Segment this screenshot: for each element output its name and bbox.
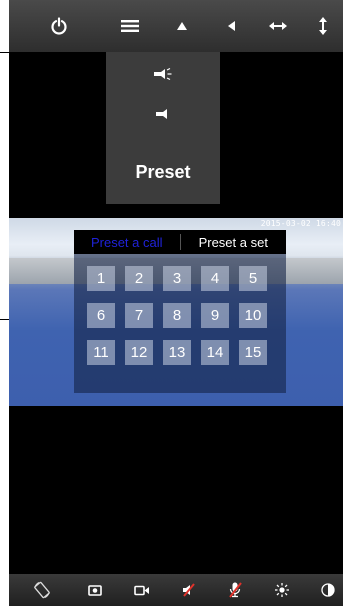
preset-number-button[interactable]: 14: [201, 340, 229, 365]
pan-left-icon: [228, 21, 235, 31]
preset-number-button[interactable]: 8: [163, 303, 191, 328]
rotate-button[interactable]: [27, 574, 57, 606]
rotate-icon: [34, 581, 50, 599]
speaker-muted-icon: [183, 583, 195, 597]
preset-number-button[interactable]: 15: [239, 340, 267, 365]
power-button[interactable]: [36, 0, 82, 52]
contrast-icon: [321, 583, 335, 597]
tab-preset-set[interactable]: Preset a set: [181, 230, 287, 254]
power-icon: [51, 17, 67, 35]
light-on-button[interactable]: [106, 54, 220, 94]
record-video-icon: [134, 585, 149, 595]
horizontal-scan-button[interactable]: [255, 0, 301, 52]
preset-number-button[interactable]: 2: [125, 266, 153, 291]
snapshot-icon: [88, 585, 102, 596]
microphone-muted-icon: [229, 582, 242, 598]
preset-number-button[interactable]: 12: [125, 340, 153, 365]
light-off-icon: [156, 109, 167, 119]
vertical-scan-button[interactable]: [300, 0, 343, 52]
preset-number-button[interactable]: 9: [201, 303, 229, 328]
preset-number-button[interactable]: 4: [201, 266, 229, 291]
video-feed[interactable]: 2015-03-02 16:40 Preset a call Preset a …: [9, 218, 343, 406]
contrast-button[interactable]: [313, 574, 343, 606]
vertical-scan-icon: [319, 17, 327, 35]
record-video-button[interactable]: [127, 574, 157, 606]
bottom-toolbar: [9, 574, 343, 606]
preset-number-button[interactable]: 7: [125, 303, 153, 328]
preset-menu-button[interactable]: [107, 0, 153, 52]
pan-left-button[interactable]: [208, 0, 254, 52]
preset-number-button[interactable]: 13: [163, 340, 191, 365]
top-toolbar: [9, 0, 343, 52]
preset-number-button[interactable]: 10: [239, 303, 267, 328]
preset-number-button[interactable]: 11: [87, 340, 115, 365]
tilt-up-icon: [177, 22, 187, 30]
brightness-button[interactable]: [267, 574, 297, 606]
preset-number-button[interactable]: 1: [87, 266, 115, 291]
tab-preset-call[interactable]: Preset a call: [74, 230, 180, 254]
preset-number-grid: 1 2 3 4 5 6 7 8 9 10 11 12 13 14 15: [87, 266, 267, 365]
light-off-button[interactable]: [106, 94, 220, 134]
preset-dropdown-menu: Preset: [106, 52, 220, 204]
horizontal-scan-icon: [269, 22, 287, 30]
video-timestamp: 2015-03-02 16:40: [260, 219, 341, 228]
preset-panel: Preset a call Preset a set 1 2 3 4 5 6 7…: [74, 230, 286, 393]
brightness-icon: [275, 583, 289, 597]
app-screen: Preset 2015-03-02 16:40 Preset a call Pr…: [9, 0, 343, 606]
tilt-up-button[interactable]: [159, 0, 205, 52]
snapshot-button[interactable]: [80, 574, 110, 606]
speaker-mute-button[interactable]: [174, 574, 204, 606]
preset-menu-icon: [121, 20, 139, 32]
preset-number-button[interactable]: 3: [163, 266, 191, 291]
microphone-mute-button[interactable]: [220, 574, 250, 606]
preset-tabs: Preset a call Preset a set: [74, 230, 286, 254]
preset-label[interactable]: Preset: [106, 162, 220, 183]
preset-number-button[interactable]: 6: [87, 303, 115, 328]
preset-number-button[interactable]: 5: [239, 266, 267, 291]
light-on-icon: [154, 67, 172, 81]
